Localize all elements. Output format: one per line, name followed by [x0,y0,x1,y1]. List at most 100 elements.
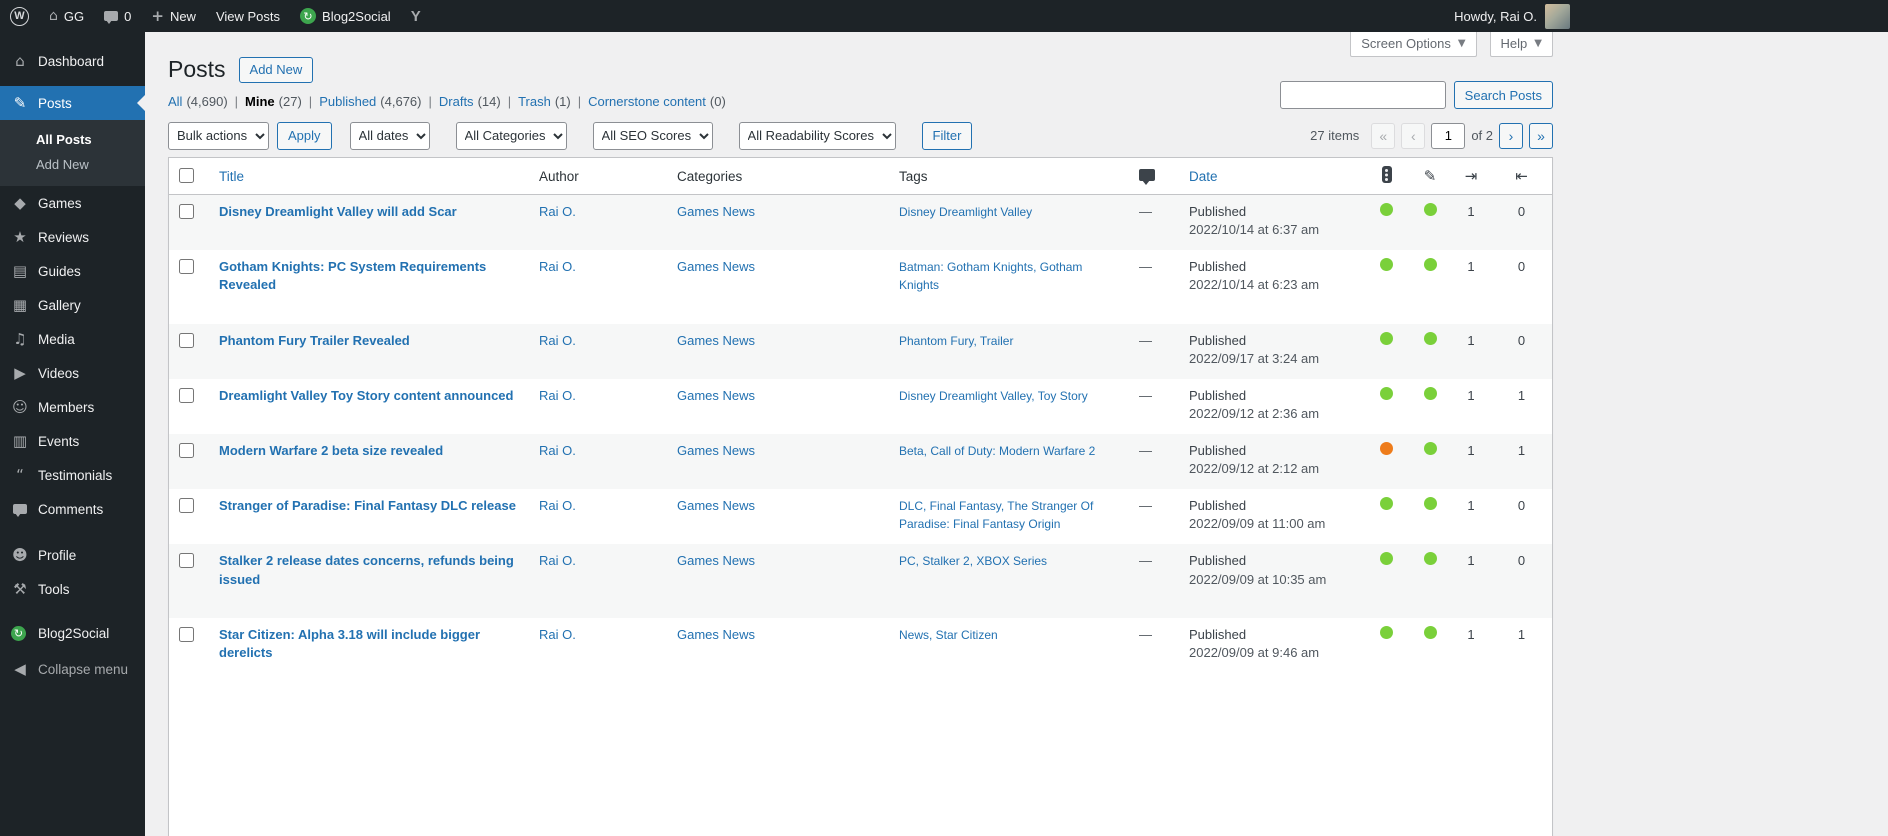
tags-link[interactable]: Batman: Gotham Knights, Gotham Knights [899,260,1082,292]
view-posts-menu[interactable]: View Posts [206,0,290,32]
readability-pen-icon[interactable]: ✎ [1424,167,1437,185]
comments-column-icon[interactable] [1139,168,1155,185]
tags-link[interactable]: PC, Stalker 2, XBOX Series [899,554,1047,568]
submenu-item-all-posts[interactable]: All Posts [0,127,145,152]
author-link[interactable]: Rai O. [539,443,576,458]
row-checkbox[interactable] [179,553,194,569]
category-link[interactable]: Games News [677,627,755,642]
tags-link[interactable]: DLC, Final Fantasy, The Stranger Of Para… [899,499,1093,531]
sidebar-item-games[interactable]: ◆ Games [0,186,145,220]
filter-button[interactable]: Filter [921,121,973,150]
sort-by-date-link[interactable]: Date [1189,169,1218,184]
howdy-account-menu[interactable]: Howdy, Rai O. [1448,0,1576,32]
row-checkbox[interactable] [179,626,194,642]
sidebar-item-gallery[interactable]: ▦ Gallery [0,288,145,322]
category-link[interactable]: Games News [677,333,755,348]
collapse-menu-button[interactable]: ◀ Collapse menu [0,652,145,686]
author-link[interactable]: Rai O. [539,388,576,403]
row-checkbox[interactable] [179,332,194,348]
category-link[interactable]: Games News [677,443,755,458]
sidebar-item-blog2social[interactable]: ↻ Blog2Social [0,616,145,650]
comments-menu[interactable]: 0 [94,0,141,32]
dates-filter-select[interactable]: All dates [349,121,430,150]
sidebar-item-media[interactable]: ♫ Media [0,322,145,356]
seo-score-icon[interactable] [1381,166,1392,183]
blog2social-menu[interactable]: ↻ Blog2Social [290,0,401,32]
tags-link[interactable]: Phantom Fury, Trailer [899,334,1013,348]
categories-filter-select[interactable]: All Categories [455,121,567,150]
sidebar-item-members[interactable]: ☺ Members [0,390,145,424]
post-title-link[interactable]: Stranger of Paradise: Final Fantasy DLC … [219,498,516,513]
tags-link[interactable]: Disney Dreamlight Valley [899,205,1032,219]
search-posts-button[interactable]: Search Posts [1453,81,1553,109]
row-checkbox[interactable] [179,204,194,219]
post-title-link[interactable]: Star Citizen: Alpha 3.18 will include bi… [219,627,480,660]
row-checkbox[interactable] [179,387,194,403]
sidebar-item-profile[interactable]: ☻ Profile [0,538,145,572]
last-page-button[interactable]: » [1529,122,1553,149]
sidebar-item-dashboard[interactable]: ⌂ Dashboard [0,44,145,78]
previous-page-button[interactable]: ‹ [1401,122,1426,149]
submenu-item-add-new[interactable]: Add New [0,152,145,177]
row-checkbox[interactable] [179,442,194,458]
sort-by-title-link[interactable]: Title [219,169,244,184]
author-link[interactable]: Rai O. [539,498,576,513]
post-title-link[interactable]: Dreamlight Valley Toy Story content anno… [219,388,513,403]
seo-scores-filter-select[interactable]: All SEO Scores [592,121,713,150]
yoast-menu[interactable]: Y [401,0,431,32]
current-page-input[interactable] [1431,122,1466,149]
view-trash-link[interactable]: Trash [518,94,551,109]
search-input[interactable] [1279,81,1446,109]
view-published-link[interactable]: Published [319,94,376,109]
readability-filter-select[interactable]: All Readability Scores [738,121,896,150]
sidebar-item-guides[interactable]: ▤ Guides [0,254,145,288]
next-page-button[interactable]: › [1499,122,1523,149]
author-link[interactable]: Rai O. [539,627,576,642]
screen-options-button[interactable]: Screen Options ▼ [1350,32,1477,57]
post-title-link[interactable]: Phantom Fury Trailer Revealed [219,333,410,348]
site-name-menu[interactable]: ⌂ GG [39,0,94,32]
apply-button[interactable]: Apply [277,121,332,150]
view-cornerstone-link[interactable]: Cornerstone content [588,94,706,109]
author-link[interactable]: Rai O. [539,333,576,348]
row-checkbox[interactable] [179,498,194,514]
author-link[interactable]: Rai O. [539,259,576,274]
post-title-link[interactable]: Stalker 2 release dates concerns, refund… [219,553,514,586]
category-link[interactable]: Games News [677,204,755,219]
select-all-cell [169,158,209,195]
sidebar-item-videos[interactable]: ▶ Videos [0,356,145,390]
post-title-link[interactable]: Disney Dreamlight Valley will add Scar [219,204,457,219]
sidebar-item-posts[interactable]: ✎ Posts [0,86,145,120]
bulk-actions-select[interactable]: Bulk actions [168,121,269,150]
wordpress-logo-menu[interactable]: W [0,0,39,32]
author-link[interactable]: Rai O. [539,553,576,568]
post-title-link[interactable]: Gotham Knights: PC System Requirements R… [219,259,486,292]
tags-link[interactable]: News, Star Citizen [899,628,998,642]
incoming-links-icon[interactable]: ⇥ [1465,167,1478,185]
outgoing-links-count: 1 [1517,442,1526,458]
help-button[interactable]: Help ▼ [1489,32,1553,57]
category-link[interactable]: Games News [677,259,755,274]
category-link[interactable]: Games News [677,498,755,513]
view-mine-link[interactable]: Mine [245,94,275,109]
table-row: Phantom Fury Trailer Revealed Rai O. Gam… [169,323,1552,379]
row-checkbox[interactable] [179,259,194,275]
sidebar-item-comments[interactable]: Comments [0,492,145,526]
sidebar-item-testimonials[interactable]: “ Testimonials [0,458,145,492]
category-link[interactable]: Games News [677,553,755,568]
post-title-link[interactable]: Modern Warfare 2 beta size revealed [219,443,443,458]
select-all-checkbox[interactable] [179,167,194,183]
author-link[interactable]: Rai O. [539,204,576,219]
view-drafts-link[interactable]: Drafts [439,94,474,109]
first-page-button[interactable]: « [1371,122,1396,149]
tags-link[interactable]: Disney Dreamlight Valley, Toy Story [899,389,1088,403]
sidebar-item-tools[interactable]: ⚒ Tools [0,572,145,606]
outgoing-links-icon[interactable]: ⇤ [1515,167,1528,185]
category-link[interactable]: Games News [677,388,755,403]
sidebar-item-reviews[interactable]: ★ Reviews [0,220,145,254]
view-all-link[interactable]: All [168,94,182,109]
add-new-button[interactable]: Add New [238,56,314,83]
tags-link[interactable]: Beta, Call of Duty: Modern Warfare 2 [899,444,1095,458]
new-content-menu[interactable]: + New [141,0,206,32]
sidebar-item-events[interactable]: ▥ Events [0,424,145,458]
